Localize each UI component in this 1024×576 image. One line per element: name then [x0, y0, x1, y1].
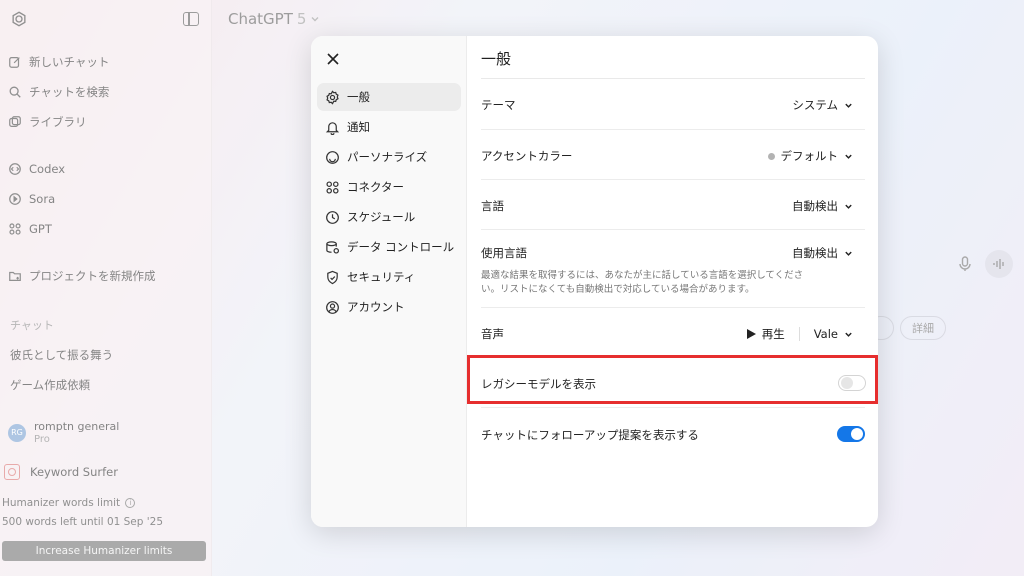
voice-play-button[interactable]: 再生	[746, 326, 785, 342]
chevron-down-icon	[845, 103, 852, 108]
chevron-down-icon	[845, 332, 852, 337]
settings-modal: 一般 通知 パーソナライズ コネクター スケジュール データ コントロール セキ…	[311, 36, 878, 527]
followup-suggestions-toggle[interactable]	[837, 426, 865, 442]
database-icon	[326, 240, 340, 254]
chevron-down-icon	[845, 154, 852, 159]
voice-dropdown[interactable]: Vale	[814, 327, 853, 341]
settings-tab-label: 一般	[347, 90, 370, 104]
settings-content: 一般 テーマ システム アクセントカラー デフォルト 言語 自動検出 使用言語 …	[481, 36, 866, 527]
followup-suggestions-label: チャットにフォローアップ提案を表示する	[481, 428, 699, 442]
legacy-models-toggle[interactable]	[838, 375, 866, 391]
accent-color-value: デフォルト	[780, 149, 839, 163]
voice-value: Vale	[813, 327, 838, 341]
voice-controls: 再生 Vale	[746, 326, 853, 342]
connector-icon	[326, 180, 339, 194]
shield-icon	[327, 270, 338, 284]
voice-play-label: 再生	[761, 327, 785, 341]
language-dropdown[interactable]: 自動検出	[792, 198, 853, 214]
accent-color-dropdown[interactable]: デフォルト	[767, 148, 854, 164]
bell-icon	[325, 121, 340, 135]
settings-tab-label: パーソナライズ	[347, 150, 428, 164]
language-value: 自動検出	[792, 199, 838, 213]
settings-tab-notifications[interactable]: 通知	[317, 113, 461, 141]
close-icon[interactable]	[324, 50, 342, 68]
clock-icon	[326, 210, 339, 224]
settings-tab-label: データ コントロール	[347, 240, 455, 254]
spoken-language-value: 自動検出	[792, 246, 838, 260]
user-circle-icon	[326, 300, 339, 314]
settings-tab-account[interactable]: アカウント	[317, 293, 461, 321]
theme-value: システム	[792, 98, 838, 112]
chevron-down-icon	[845, 251, 852, 256]
settings-tab-security[interactable]: セキュリティ	[317, 263, 461, 291]
divider	[481, 357, 865, 358]
settings-tab-label: コネクター	[347, 180, 405, 194]
divider	[481, 407, 865, 408]
voice-label: 音声	[481, 327, 504, 341]
divider	[481, 129, 865, 130]
play-icon	[746, 329, 756, 339]
settings-tab-connectors[interactable]: コネクター	[317, 173, 461, 201]
divider	[481, 307, 865, 308]
page-title: 一般	[481, 50, 512, 68]
toggle-knob	[851, 428, 863, 440]
theme-dropdown[interactable]: システム	[792, 97, 853, 113]
gear-icon	[326, 89, 339, 105]
settings-tab-label: スケジュール	[347, 210, 416, 224]
divider	[798, 327, 800, 341]
accent-color-label: アクセントカラー	[481, 149, 573, 163]
settings-tab-label: 通知	[347, 120, 370, 134]
settings-tab-label: アカウント	[347, 300, 405, 314]
accent-color-swatch	[767, 152, 775, 160]
divider	[481, 179, 865, 180]
divider	[481, 78, 865, 79]
chevron-down-icon	[845, 204, 852, 209]
language-label: 言語	[481, 199, 504, 213]
spoken-language-label: 使用言語	[481, 246, 527, 260]
spoken-language-description: 最適な結果を取得するには、あなたが主に話している言語を選択してください。リストに…	[481, 270, 804, 295]
divider	[481, 229, 865, 230]
theme-label: テーマ	[481, 98, 516, 112]
spoken-language-dropdown[interactable]: 自動検出	[792, 245, 853, 261]
settings-nav: 一般 通知 パーソナライズ コネクター スケジュール データ コントロール セキ…	[311, 36, 467, 527]
personalize-icon	[326, 150, 339, 164]
settings-tab-data-controls[interactable]: データ コントロール	[317, 233, 461, 261]
settings-tab-general[interactable]: 一般	[317, 83, 461, 111]
settings-tab-label: セキュリティ	[347, 270, 416, 284]
toggle-knob	[841, 377, 853, 389]
legacy-models-label: レガシーモデルを表示	[481, 377, 596, 391]
settings-tab-personalize[interactable]: パーソナライズ	[317, 143, 461, 171]
settings-tab-schedule[interactable]: スケジュール	[317, 203, 461, 231]
